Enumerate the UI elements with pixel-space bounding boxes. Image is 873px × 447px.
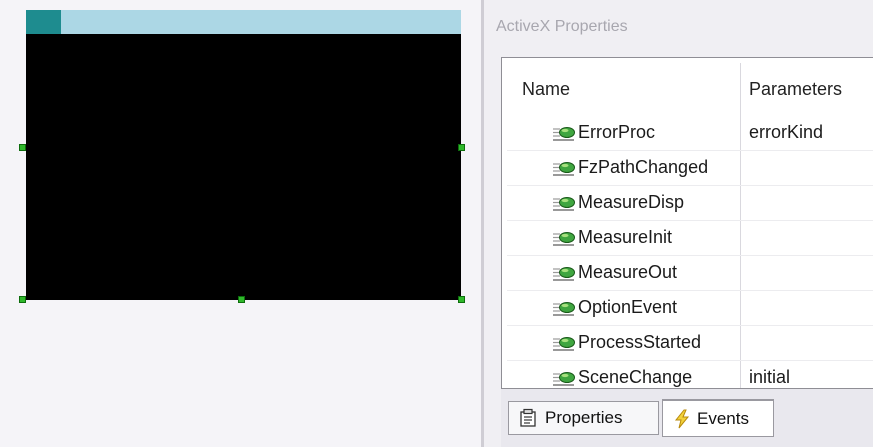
event-row[interactable]: FzPathChanged <box>507 150 873 186</box>
events-grid: Name Parameters ErrorProc errorKind FzPath… <box>501 57 873 389</box>
column-header-name[interactable]: Name <box>522 63 570 115</box>
event-icon <box>553 232 575 246</box>
event-name: FzPathChanged <box>578 157 709 177</box>
lightning-icon <box>674 409 690 428</box>
control-caption-bar[interactable] <box>26 10 461 34</box>
tab-strip: Properties Events <box>501 389 873 447</box>
event-row[interactable]: SceneChange initial <box>507 360 873 388</box>
event-row[interactable]: MeasureInit <box>507 220 873 256</box>
event-icon <box>553 372 575 386</box>
tab-events-label: Events <box>697 408 749 428</box>
control-caption-accent <box>26 10 61 34</box>
event-row[interactable]: ErrorProc errorKind <box>507 115 873 151</box>
event-name: OptionEvent <box>578 297 678 317</box>
event-name: MeasureDisp <box>578 192 685 212</box>
designer-canvas[interactable] <box>0 0 481 447</box>
event-name: MeasureInit <box>578 227 673 247</box>
event-row[interactable]: MeasureOut <box>507 255 873 291</box>
tab-properties[interactable]: Properties <box>508 401 659 435</box>
event-icon <box>553 267 575 281</box>
event-row[interactable]: MeasureDisp <box>507 185 873 221</box>
tab-events[interactable]: Events <box>662 399 774 437</box>
event-row[interactable]: OptionEvent <box>507 290 873 326</box>
column-header-parameters[interactable]: Parameters <box>749 63 842 115</box>
event-name: MeasureOut <box>578 262 678 282</box>
event-row[interactable]: ProcessStarted <box>507 325 873 361</box>
event-parameters: initial <box>749 367 791 387</box>
event-icon <box>553 337 575 351</box>
activex-control[interactable] <box>26 34 461 300</box>
resize-handle-left[interactable] <box>19 144 26 151</box>
panel-title: ActiveX Properties <box>496 18 628 35</box>
resize-handle-bottom[interactable] <box>238 296 245 303</box>
event-icon <box>553 162 575 176</box>
tab-properties-label: Properties <box>545 408 623 427</box>
resize-handle-bottom-right[interactable] <box>458 296 465 303</box>
event-icon <box>553 197 575 211</box>
event-icon <box>553 127 575 141</box>
resize-handle-right[interactable] <box>458 144 465 151</box>
event-name: ErrorProc <box>578 122 656 142</box>
resize-handle-bottom-left[interactable] <box>19 296 26 303</box>
event-parameters: errorKind <box>749 122 824 142</box>
event-icon <box>553 302 575 316</box>
event-name: ProcessStarted <box>578 332 702 352</box>
properties-icon <box>520 408 536 427</box>
event-name: SceneChange <box>578 367 693 387</box>
